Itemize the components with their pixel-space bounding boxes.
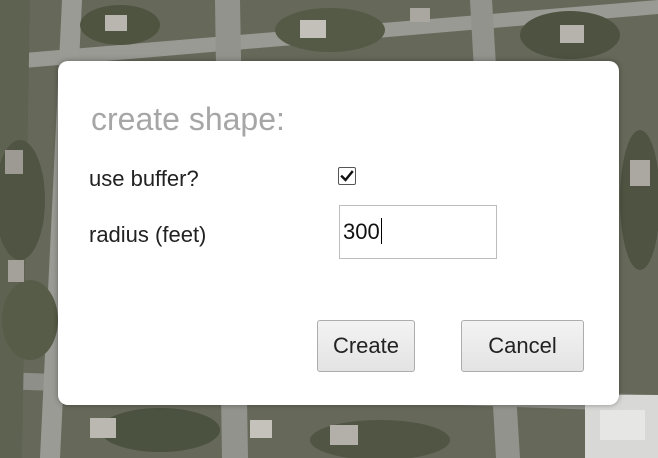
radius-label: radius (feet) <box>89 222 207 247</box>
radius-input-value: 300 <box>343 219 380 244</box>
text-caret <box>380 218 383 245</box>
use-buffer-label: use buffer? <box>89 166 199 191</box>
checkmark-icon <box>340 170 354 182</box>
use-buffer-checkbox[interactable] <box>338 167 356 185</box>
dialog-title: create shape: <box>91 101 285 137</box>
create-button[interactable]: Create <box>317 320 415 372</box>
create-shape-dialog: create shape: use buffer? radius (feet) … <box>58 61 619 405</box>
radius-input[interactable]: 300 <box>339 205 497 259</box>
cancel-button[interactable]: Cancel <box>461 320 584 372</box>
